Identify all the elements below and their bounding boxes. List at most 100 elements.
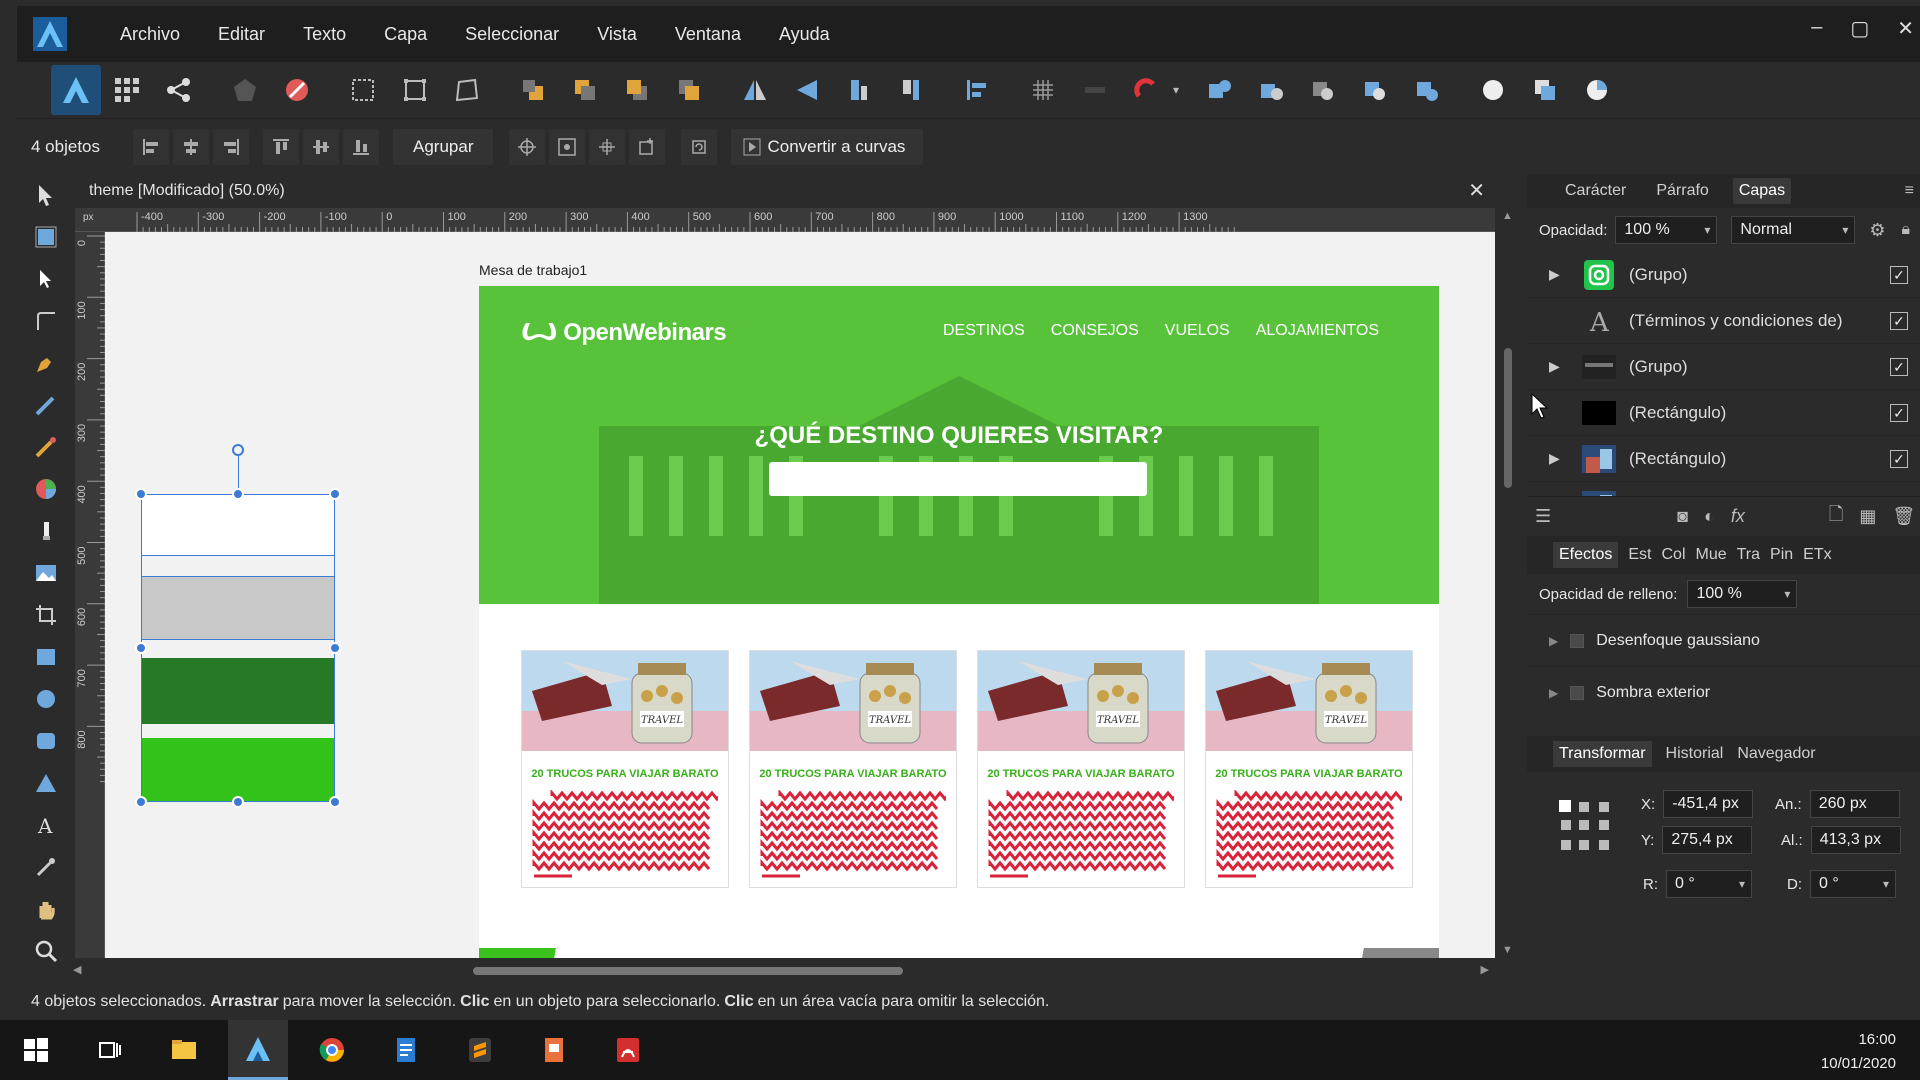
move-tool[interactable] (17, 174, 75, 216)
handle-bottom-center[interactable] (232, 796, 244, 808)
color-picker-tool[interactable] (17, 846, 75, 888)
hero-search-box[interactable] (769, 462, 1147, 496)
close-document-icon[interactable]: ✕ (1468, 178, 1485, 203)
tab-mue[interactable]: Mue (1696, 546, 1727, 564)
selected-swatches[interactable] (135, 444, 341, 808)
office-app-button[interactable] (524, 1020, 584, 1080)
transparency-tool[interactable] (17, 510, 75, 552)
chrome-button[interactable] (302, 1020, 362, 1080)
menu-ayuda[interactable]: Ayuda (760, 24, 849, 45)
expand-arrow-icon[interactable]: ▶ (1549, 266, 1569, 283)
horizontal-scrollbar[interactable]: ◀ ▶ (73, 958, 1521, 984)
article-card[interactable]: TRAVEL 20 TRUCOS PARA VIAJAR BARATO (749, 650, 957, 888)
insert-inside-button[interactable] (1473, 70, 1513, 110)
magnet-button[interactable] (1127, 70, 1167, 110)
convert-to-curves-button[interactable]: Convertir a curvas (731, 128, 924, 165)
document-tab[interactable]: theme [Modificado] (50.0%) ✕ (75, 174, 1495, 208)
horizontal-scroll-thumb[interactable] (473, 967, 903, 975)
tab-transformar[interactable]: Transformar (1553, 741, 1652, 767)
bounding-box-button[interactable] (395, 70, 435, 110)
brand-logo[interactable]: Ꙍ OpenWebinars (521, 316, 727, 347)
document-app-button[interactable] (376, 1020, 436, 1080)
rounded-rectangle-tool[interactable] (17, 720, 75, 762)
layer-row[interactable]: ▶ (Grupo) ✓ (1527, 344, 1920, 390)
layer-visibility-checkbox[interactable]: ✓ (1890, 449, 1908, 468)
nav-destinos[interactable]: DESTINOS (943, 322, 1025, 340)
layer-visibility-checkbox[interactable]: ✓ (1890, 265, 1908, 284)
align-right-button[interactable] (213, 128, 249, 165)
vertical-scroll-thumb[interactable] (1504, 348, 1512, 488)
handle-top-right[interactable] (329, 488, 341, 500)
gear-icon[interactable]: ⚙ (1869, 220, 1885, 241)
snapping-toggle-button[interactable] (1075, 70, 1115, 110)
gaussian-blur-checkbox[interactable] (1570, 633, 1585, 648)
file-explorer-button[interactable] (154, 1020, 214, 1080)
new-layer-icon[interactable]: 🗋︎ (1829, 502, 1843, 532)
menu-archivo[interactable]: Archivo (101, 24, 199, 45)
tab-caracter[interactable]: Carácter (1559, 178, 1632, 204)
scroll-down-icon[interactable]: ▼ (1502, 944, 1513, 956)
layer-visibility-checkbox[interactable]: ✓ (1890, 357, 1908, 376)
anchor-grid-icon[interactable] (1557, 798, 1613, 854)
menu-ventana[interactable]: Ventana (656, 24, 760, 45)
crop-tool[interactable] (17, 594, 75, 636)
lock-icon[interactable]: 🔒︎ (1902, 221, 1911, 239)
rotation-input[interactable]: 0 ° (1666, 870, 1752, 898)
corner-tool[interactable] (17, 300, 75, 342)
artboard-tool[interactable] (17, 216, 75, 258)
magnet-dropdown-icon[interactable]: ▾ (1173, 83, 1179, 97)
flip-horizontal-button[interactable] (735, 70, 775, 110)
layer-visibility-checkbox[interactable]: ✓ (1890, 495, 1908, 496)
effect-outer-shadow[interactable]: ▶ Sombra exterior (1527, 666, 1920, 718)
sublime-text-button[interactable] (450, 1020, 510, 1080)
layer-row[interactable]: (Imagen) ✓ (1527, 482, 1920, 496)
align-bottom-button[interactable] (343, 128, 379, 165)
layer-visibility-checkbox[interactable]: ✓ (1890, 403, 1908, 422)
ellipse-tool[interactable] (17, 678, 75, 720)
pen-tool[interactable] (17, 342, 75, 384)
insert-behind-button[interactable] (1525, 70, 1565, 110)
article-card[interactable]: TRAVEL 20 TRUCOS PARA VIAJAR BARATO (977, 650, 1185, 888)
menu-editar[interactable]: Editar (199, 24, 284, 45)
triangle-tool[interactable] (17, 762, 75, 804)
align-top-button[interactable] (263, 128, 299, 165)
menu-vista[interactable]: Vista (578, 24, 656, 45)
height-input[interactable]: 413,3 px (1810, 826, 1901, 854)
vector-brush-tool[interactable] (17, 426, 75, 468)
article-card[interactable]: TRAVEL 20 TRUCOS PARA VIAJAR BARATO (521, 650, 729, 888)
opacity-dropdown[interactable]: 100 % (1615, 216, 1718, 244)
transform-origin-button[interactable] (509, 128, 546, 165)
rectangle-tool[interactable] (17, 636, 75, 678)
delete-layer-icon[interactable]: 🗑︎ (1892, 506, 1915, 527)
align-left-button[interactable] (133, 128, 169, 165)
rotate-right-button[interactable] (891, 70, 931, 110)
snapping-button[interactable] (225, 70, 265, 110)
arrange-front-button[interactable] (669, 70, 709, 110)
adjustment-icon[interactable]: ◐ (1704, 506, 1715, 527)
tab-pin[interactable]: Pin (1770, 546, 1793, 564)
boolean-xor-button[interactable] (1355, 70, 1395, 110)
menu-capa[interactable]: Capa (365, 24, 446, 45)
start-button[interactable] (6, 1020, 66, 1080)
group-button[interactable]: Agrupar (393, 128, 494, 165)
selection-box-button[interactable] (343, 70, 383, 110)
shear-input[interactable]: 0 ° (1810, 870, 1896, 898)
affinity-logo-icon[interactable] (33, 17, 67, 51)
tab-parrafo[interactable]: Párrafo (1650, 178, 1714, 204)
pixel-persona-button[interactable] (107, 70, 147, 110)
tab-est[interactable]: Est (1628, 546, 1651, 564)
blend-mode-dropdown[interactable]: Normal (1731, 216, 1856, 244)
width-input[interactable]: 260 px (1809, 790, 1900, 818)
text-tool[interactable]: A (17, 804, 75, 846)
insert-top-button[interactable] (1577, 70, 1617, 110)
view-tool[interactable] (17, 888, 75, 930)
layer-row[interactable]: (Rectángulo) ✓ (1527, 390, 1920, 436)
tab-etx[interactable]: ETx (1803, 546, 1831, 564)
tab-capas[interactable]: Capas (1732, 178, 1792, 204)
pixel-layer-icon[interactable]: ▦ (1859, 506, 1876, 527)
expand-arrow-icon[interactable]: ▶ (1549, 686, 1558, 700)
handle-middle-left[interactable] (135, 642, 147, 654)
minimize-icon[interactable]: – (1811, 16, 1822, 41)
menu-seleccionar[interactable]: Seleccionar (446, 24, 578, 45)
tab-navegador[interactable]: Navegador (1737, 745, 1815, 763)
